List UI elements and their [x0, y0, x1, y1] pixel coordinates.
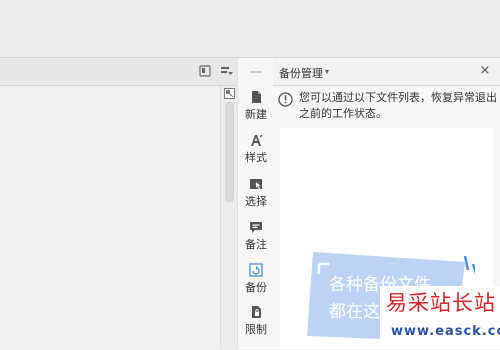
tool-restrict[interactable]: 限制	[238, 303, 274, 345]
chevron-down-icon[interactable]: ▾	[325, 67, 329, 76]
window-mode-icon[interactable]	[198, 64, 212, 78]
watermark-url: www.easck.com	[391, 324, 500, 339]
new-document-icon	[252, 91, 261, 103]
tool-style[interactable]: 样式	[238, 131, 274, 173]
site-watermark: 易采站长站 www.easck.com	[380, 286, 500, 349]
watermark-title: 易采站长站	[386, 291, 496, 315]
pane-header: 备份管理 ▾ ×	[273, 58, 500, 86]
document-canvas[interactable]	[0, 86, 220, 349]
comment-icon	[250, 222, 262, 233]
select-icon	[250, 179, 262, 189]
rail-handle[interactable]	[250, 71, 262, 73]
tool-restrict-label: 限制	[245, 323, 267, 336]
ribbon-area	[0, 0, 500, 58]
close-icon[interactable]: ×	[478, 64, 492, 78]
style-icon	[251, 134, 263, 146]
tool-select[interactable]: 选择	[238, 175, 274, 217]
tool-new-label: 新建	[245, 108, 267, 121]
document-tab-strip	[0, 58, 237, 86]
tool-new[interactable]: 新建	[238, 88, 274, 130]
tool-style-label: 样式	[245, 151, 267, 164]
info-text: 您可以通过以下文件列表，恢复异常退出之前的工作状态。	[299, 91, 497, 120]
tool-backup-label: 备份	[245, 281, 267, 294]
tool-comment-label: 备注	[245, 238, 267, 251]
task-pane-toolbar: 新建 样式 选择 备注 备份 限制	[237, 58, 275, 349]
tool-select-label: 选择	[245, 195, 267, 208]
tool-comment[interactable]: 备注	[238, 218, 274, 260]
backup-icon	[249, 263, 263, 277]
vertical-scrollbar[interactable]	[220, 86, 238, 349]
info-icon	[278, 92, 293, 107]
dropdown-menu-icon[interactable]	[219, 64, 233, 78]
tool-backup[interactable]: 备份	[238, 261, 274, 303]
split-view-icon[interactable]	[224, 88, 235, 99]
pane-title[interactable]: 备份管理	[279, 65, 323, 81]
restrict-icon	[252, 306, 261, 318]
empty-state-line2: 都在这	[329, 302, 380, 322]
scrollbar-thumb[interactable]	[225, 102, 234, 202]
